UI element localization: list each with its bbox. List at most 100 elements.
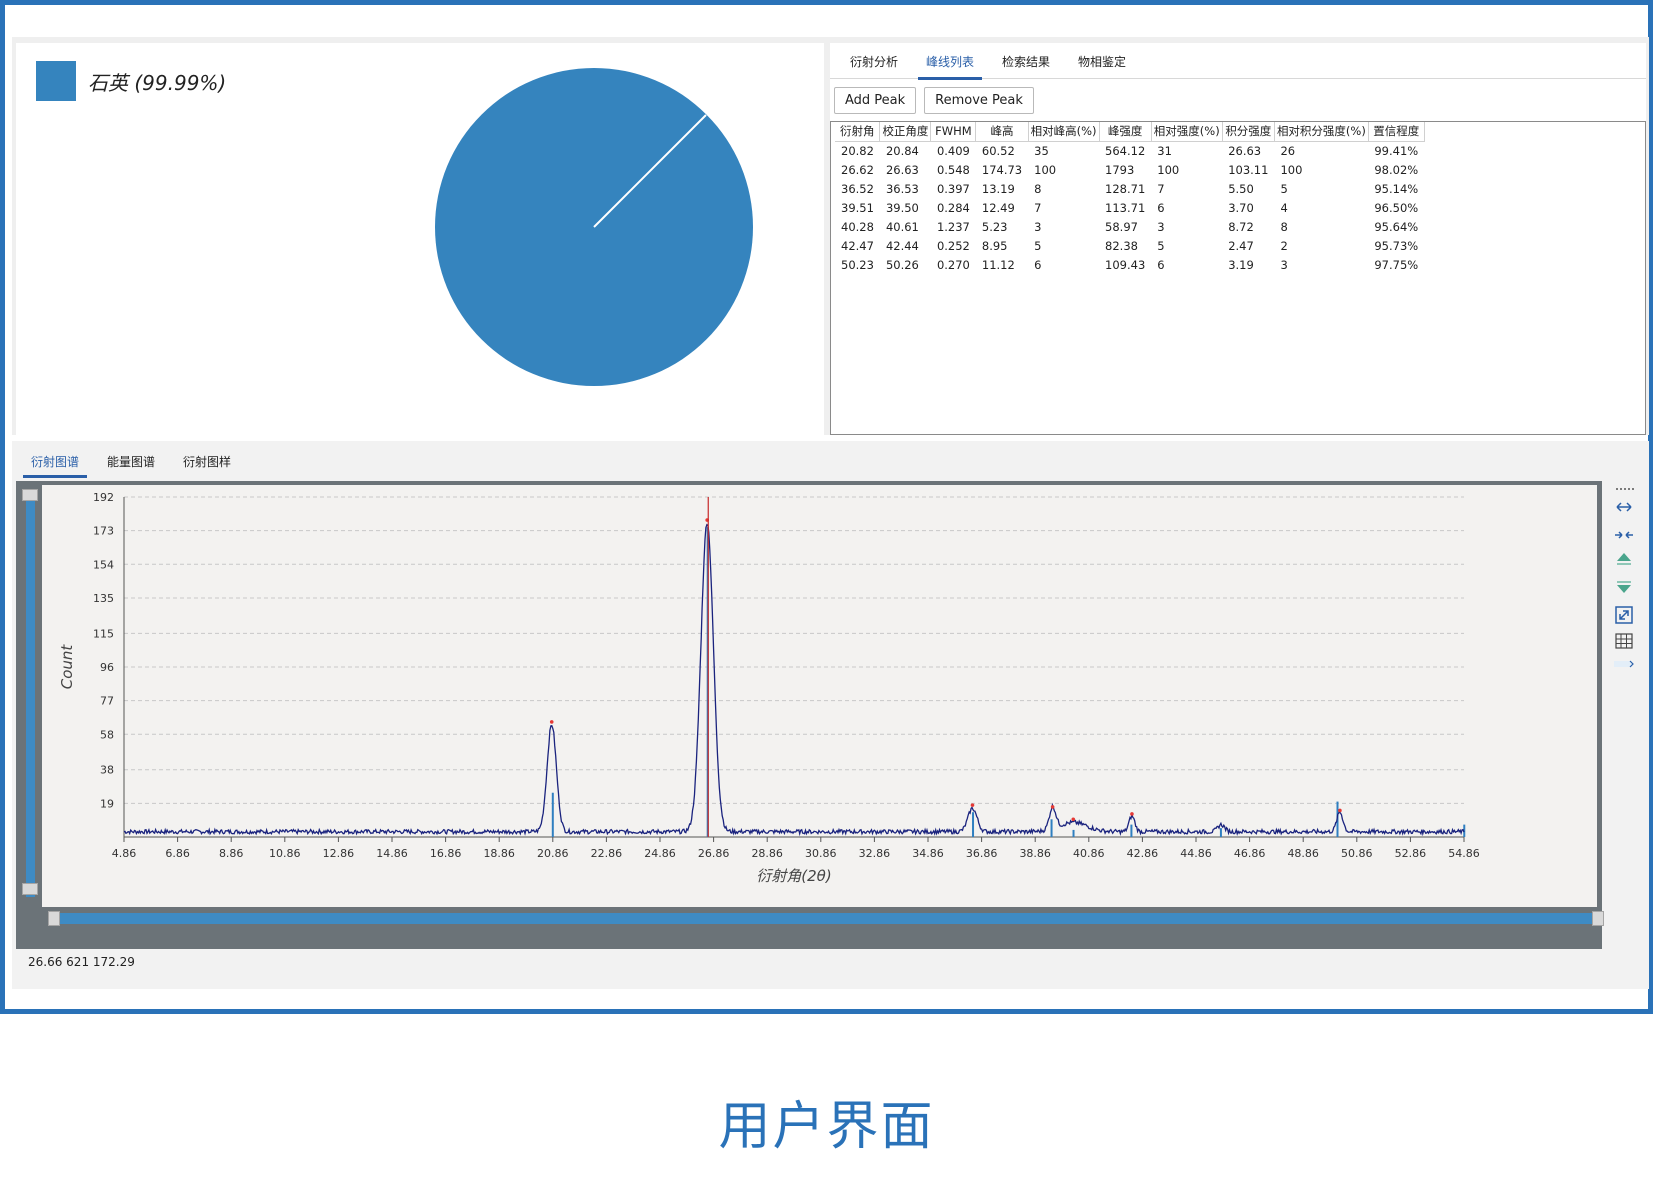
table-cell: 35 xyxy=(1034,143,1049,158)
table-cell: 6 xyxy=(1034,257,1042,272)
table-cell: 100 xyxy=(1157,162,1180,177)
table-cell: 564.12 xyxy=(1105,143,1146,158)
x-tick-label: 4.86 xyxy=(112,847,137,860)
table-row[interactable]: 36.52 36.53 0.397 13.19 8 128.71 7 5.50 5 95.14% xyxy=(835,179,1424,198)
table-cell: 5.50 xyxy=(1228,181,1254,196)
toolbar-grip-icon xyxy=(1616,488,1634,490)
table-cell: 42.44 xyxy=(885,238,919,253)
table-row[interactable]: 20.82 20.84 0.409 60.52 35 564.12 31 26.63 26 99.… xyxy=(835,141,1424,160)
add-peak-button[interactable]: Add Peak xyxy=(834,87,917,114)
table-cell: 113.71 xyxy=(1105,200,1146,215)
peak-table: 衍射角 校正角度 FWHM 峰高 相对峰高(%) 峰强度 相对强度(%) 积分强度 相对积分强度… xyxy=(835,122,1425,274)
table-row[interactable]: 40.28 40.61 1.237 5.23 3 58.97 3 8.72 8 95.64% xyxy=(835,217,1424,236)
fit-to-view-icon[interactable] xyxy=(1614,605,1634,625)
table-cell: 0.284 xyxy=(936,200,970,215)
table-cell: 5 xyxy=(1280,181,1288,196)
chart-toolbar xyxy=(1606,485,1642,705)
table-cell: 50.23 xyxy=(841,257,874,272)
table-cell: 0.270 xyxy=(936,257,970,272)
x-tick-label: 22.86 xyxy=(591,847,623,860)
tab-phase-identification[interactable]: 物相鉴定 xyxy=(1064,43,1140,79)
y-tick-label: 115 xyxy=(93,627,114,640)
scale-down-icon[interactable] xyxy=(1614,577,1634,597)
tab-peak-list[interactable]: 峰线列表 xyxy=(912,43,988,80)
x-tick-label: 8.86 xyxy=(219,847,244,860)
horizontal-zoom-slider[interactable] xyxy=(58,913,1598,924)
table-cell: 6 xyxy=(1157,200,1165,215)
table-cell: 6 xyxy=(1157,257,1165,272)
table-row[interactable]: 50.23 50.26 0.270 11.12 6 109.43 6 3.19 3 97.75% xyxy=(835,255,1424,274)
table-row[interactable]: 42.47 42.44 0.252 8.95 5 82.38 5 2.47 2 95.73% xyxy=(835,236,1424,255)
grid-toggle-icon[interactable] xyxy=(1614,631,1634,651)
table-cell: 3.19 xyxy=(1228,257,1254,272)
table-cell: 39.51 xyxy=(841,200,874,215)
column-header[interactable]: 置信程度 xyxy=(1368,122,1425,142)
horizontal-slider-left-handle[interactable] xyxy=(48,911,60,926)
y-tick-label: 173 xyxy=(93,525,114,538)
table-cell: 3 xyxy=(1280,257,1288,272)
table-cell: 96.50% xyxy=(1374,200,1419,215)
table-cell: 174.73 xyxy=(981,162,1023,177)
table-cell: 0.409 xyxy=(936,143,970,158)
column-header[interactable]: 相对积分强度(%) xyxy=(1274,122,1369,142)
table-cell: 39.50 xyxy=(885,200,919,215)
tab-search-results[interactable]: 检索结果 xyxy=(988,43,1064,79)
table-cell: 3.70 xyxy=(1228,200,1254,215)
peak-toolbar: Add Peak Remove Peak xyxy=(834,87,1034,114)
y-tick-label: 96 xyxy=(100,661,114,674)
column-header[interactable]: FWHM xyxy=(930,122,977,142)
column-header[interactable]: 峰强度 xyxy=(1099,122,1152,142)
tab-diffraction-pattern[interactable]: 衍射图样 xyxy=(169,441,245,477)
tab-diffraction-analysis[interactable]: 衍射分析 xyxy=(836,43,912,79)
expand-horizontal-icon[interactable] xyxy=(1614,497,1634,517)
table-cell: 103.11 xyxy=(1228,162,1269,177)
y-tick-label: 58 xyxy=(100,728,114,741)
x-axis-label: 衍射角(2θ) xyxy=(756,867,831,885)
diffraction-chart: 19 38 58 77 96 115 135 154 173 192 4.86 6.86 8.86 10.… xyxy=(58,491,1480,885)
table-cell: 99.41% xyxy=(1374,143,1419,158)
chart-container: 19 38 58 77 96 115 135 154 173 192 4.86 6.86 8.86 10.… xyxy=(16,481,1604,949)
peak-marker[interactable] xyxy=(549,720,554,724)
column-header[interactable]: 峰高 xyxy=(975,122,1029,142)
plot-area[interactable]: 19 38 58 77 96 115 135 154 173 192 4.86 6.86 8.86 10.… xyxy=(42,485,1597,907)
table-cell: 1793 xyxy=(1105,162,1135,177)
peak-table-container[interactable]: 衍射角 校正角度 FWHM 峰高 相对峰高(%) 峰强度 相对强度(%) 积分强度 相对积分强度… xyxy=(830,121,1646,435)
peak-marker[interactable] xyxy=(1338,808,1342,813)
column-header[interactable]: 积分强度 xyxy=(1222,122,1275,142)
table-cell: 58.97 xyxy=(1105,219,1138,234)
x-tick-label: 42.86 xyxy=(1127,847,1159,860)
column-header[interactable]: 相对峰高(%) xyxy=(1028,122,1100,142)
table-cell: 40.28 xyxy=(841,219,874,234)
y-tick-label: 154 xyxy=(93,558,114,571)
compress-horizontal-icon[interactable] xyxy=(1614,525,1634,545)
table-cell: 3 xyxy=(1034,219,1042,234)
top-panel: 石英 (99.99%) 衍射分析 峰线列表 检索结果 物相鉴定 Add Peak… xyxy=(12,37,1649,435)
y-tick-label: 135 xyxy=(93,592,114,605)
table-row[interactable]: 26.62 26.63 0.548 174.73 100 1793 100 103.11 100… xyxy=(835,160,1424,179)
more-options-icon[interactable] xyxy=(1614,657,1634,671)
table-cell: 82.38 xyxy=(1105,238,1138,253)
peak-marker[interactable] xyxy=(1071,817,1076,822)
tab-energy-spectrum[interactable]: 能量图谱 xyxy=(93,441,169,477)
vertical-zoom-slider[interactable] xyxy=(26,495,35,897)
table-cell: 128.71 xyxy=(1105,181,1146,196)
remove-peak-button[interactable]: Remove Peak xyxy=(924,87,1034,114)
column-header[interactable]: 相对强度(%) xyxy=(1151,122,1223,142)
x-tick-label: 26.86 xyxy=(698,847,730,860)
peak-marker[interactable] xyxy=(970,803,975,807)
scale-up-icon[interactable] xyxy=(1614,549,1634,569)
horizontal-slider-right-handle[interactable] xyxy=(1592,911,1604,926)
y-tick-label: 38 xyxy=(100,764,114,777)
tab-diffraction-spectrum[interactable]: 衍射图谱 xyxy=(17,441,93,478)
table-cell: 95.14% xyxy=(1374,181,1419,196)
column-header[interactable]: 衍射角 xyxy=(835,122,881,142)
table-row[interactable]: 39.51 39.50 0.284 12.49 7 113.71 6 3.70 4 96.50% xyxy=(835,198,1424,217)
spectrum-line xyxy=(123,523,1465,837)
vertical-slider-bottom-handle[interactable] xyxy=(22,883,38,895)
peak-marker[interactable] xyxy=(1050,805,1055,809)
column-header[interactable]: 校正角度 xyxy=(879,122,932,142)
table-cell: 100 xyxy=(1280,162,1303,177)
vertical-slider-top-handle[interactable] xyxy=(22,489,38,501)
table-header-row: 衍射角 校正角度 FWHM 峰高 相对峰高(%) 峰强度 相对强度(%) 积分强度 相对积分强度… xyxy=(835,122,1425,142)
peak-marker[interactable] xyxy=(1130,812,1134,816)
